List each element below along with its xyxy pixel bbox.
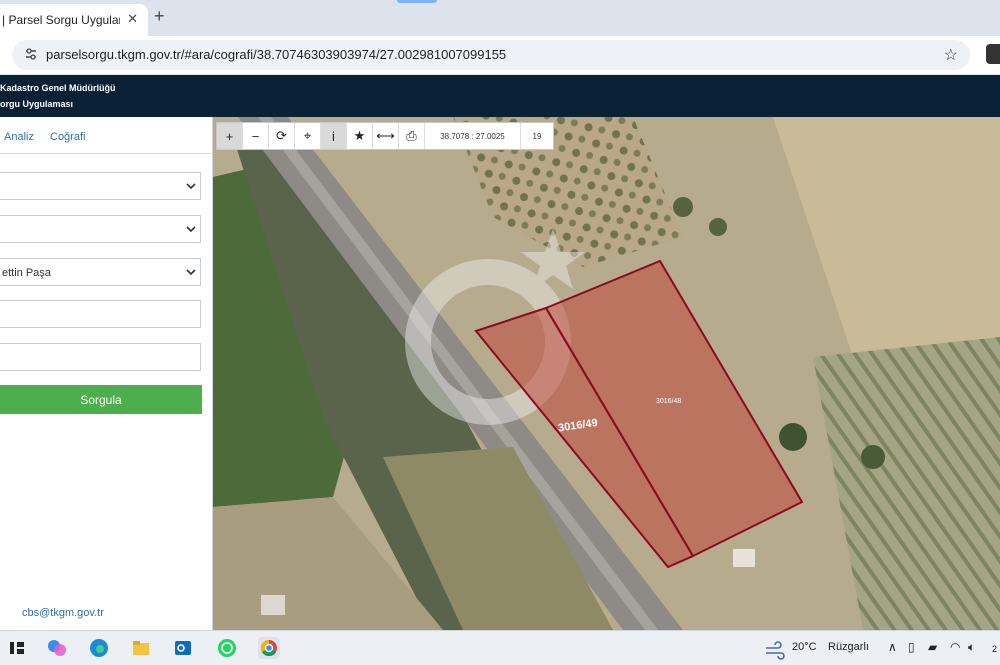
query-button[interactable]: Sorgula bbox=[0, 385, 202, 414]
refresh-icon[interactable]: ⟳ bbox=[269, 123, 295, 149]
zoom-out-icon[interactable]: − bbox=[243, 123, 269, 149]
neighborhood-value: ettin Paşa bbox=[2, 267, 51, 279]
map-toolbar: + − ⟳ ⌖ i ★ ⟷ ⎙ 38.7078 : 27.0025 19 bbox=[216, 122, 554, 150]
tab-close-icon[interactable]: ✕ bbox=[127, 11, 138, 27]
wind-weather-icon[interactable] bbox=[764, 639, 786, 661]
site-settings-icon[interactable] bbox=[24, 47, 38, 61]
tab-title: | Parsel Sorgu Uygulaması bbox=[2, 13, 120, 27]
address-url: parselsorgu.tkgm.gov.tr/#ara/cografi/38.… bbox=[46, 47, 507, 62]
browser-tab-strip: | Parsel Sorgu Uygulaması ✕ + bbox=[0, 0, 1000, 36]
browser-tab[interactable]: | Parsel Sorgu Uygulaması ✕ bbox=[0, 4, 148, 36]
tray-media-icon[interactable]: ▰ bbox=[928, 640, 937, 654]
tab-strip-accent bbox=[397, 0, 437, 3]
extension-icon[interactable] bbox=[986, 44, 1000, 64]
parcel-label-3016-48: 3016/48 bbox=[656, 398, 681, 405]
edge-browser-icon[interactable] bbox=[88, 637, 110, 659]
weather-temperature[interactable]: 20°C bbox=[792, 641, 817, 653]
task-view-icon[interactable] bbox=[6, 637, 28, 659]
chrome-icon[interactable] bbox=[258, 637, 280, 659]
locate-icon[interactable]: ⌖ bbox=[295, 123, 321, 149]
print-icon[interactable]: ⎙ bbox=[399, 123, 425, 149]
weather-condition[interactable]: Rüzgarlı bbox=[828, 641, 869, 653]
tray-expand-icon[interactable]: ∧ bbox=[888, 640, 897, 654]
sidebar-tabs: Analiz Coğrafi bbox=[0, 117, 212, 154]
app-header: Kadastro Genel Müdürlüğü orgu Uygulaması bbox=[0, 75, 1000, 117]
copilot-icon[interactable] bbox=[46, 637, 68, 659]
header-org-name: Kadastro Genel Müdürlüğü bbox=[0, 83, 116, 93]
zoom-in-icon[interactable]: + bbox=[217, 123, 243, 149]
favorite-icon[interactable]: ★ bbox=[347, 123, 373, 149]
coordinate-readout: 38.7078 : 27.0025 bbox=[425, 123, 521, 149]
province-select[interactable] bbox=[0, 172, 201, 200]
chevron-down-icon bbox=[186, 226, 196, 232]
measure-icon[interactable]: ⟷ bbox=[373, 123, 399, 149]
header-app-name: orgu Uygulaması bbox=[0, 99, 74, 109]
tab-cografi[interactable]: Coğrafi bbox=[50, 131, 85, 143]
outlook-icon[interactable] bbox=[172, 637, 194, 659]
zoom-level: 19 bbox=[532, 131, 542, 141]
file-explorer-icon[interactable] bbox=[130, 637, 152, 659]
parcel-input[interactable] bbox=[0, 343, 201, 371]
neighborhood-select[interactable]: ettin Paşa bbox=[0, 258, 201, 286]
bookmark-star-icon[interactable]: ☆ bbox=[944, 45, 958, 65]
new-tab-button[interactable]: + bbox=[154, 6, 165, 27]
windows-taskbar: 20°C Rüzgarlı ∧ ▯ ▰ ◠ 🔈︎ 2 bbox=[0, 630, 1000, 665]
volume-icon[interactable]: 🔈︎ bbox=[968, 640, 975, 655]
address-bar[interactable]: parselsorgu.tkgm.gov.tr/#ara/cografi/38.… bbox=[12, 40, 970, 70]
block-input[interactable] bbox=[0, 300, 201, 328]
browser-toolbar: parselsorgu.tkgm.gov.tr/#ara/cografi/38.… bbox=[0, 36, 1000, 74]
chevron-down-icon bbox=[186, 183, 196, 189]
info-icon[interactable]: i bbox=[321, 123, 347, 149]
map-view[interactable]: 3016/49 3016/48 bbox=[213, 117, 1000, 630]
wifi-icon[interactable]: ◠ bbox=[950, 640, 960, 654]
query-sidebar: Analiz Coğrafi ettin Paşa Sorgula cbs@tk… bbox=[0, 117, 213, 630]
whatsapp-icon[interactable] bbox=[216, 637, 238, 659]
tray-app-icon[interactable]: ▯ bbox=[908, 640, 915, 654]
satellite-map[interactable]: 3016/49 3016/48 bbox=[213, 117, 1000, 630]
district-select[interactable] bbox=[0, 215, 201, 243]
contact-email-link[interactable]: cbs@tkgm.gov.tr bbox=[22, 607, 104, 619]
clock-partial[interactable]: 2 bbox=[992, 644, 997, 654]
tab-analiz[interactable]: Analiz bbox=[4, 131, 34, 143]
chevron-down-icon bbox=[186, 269, 196, 275]
